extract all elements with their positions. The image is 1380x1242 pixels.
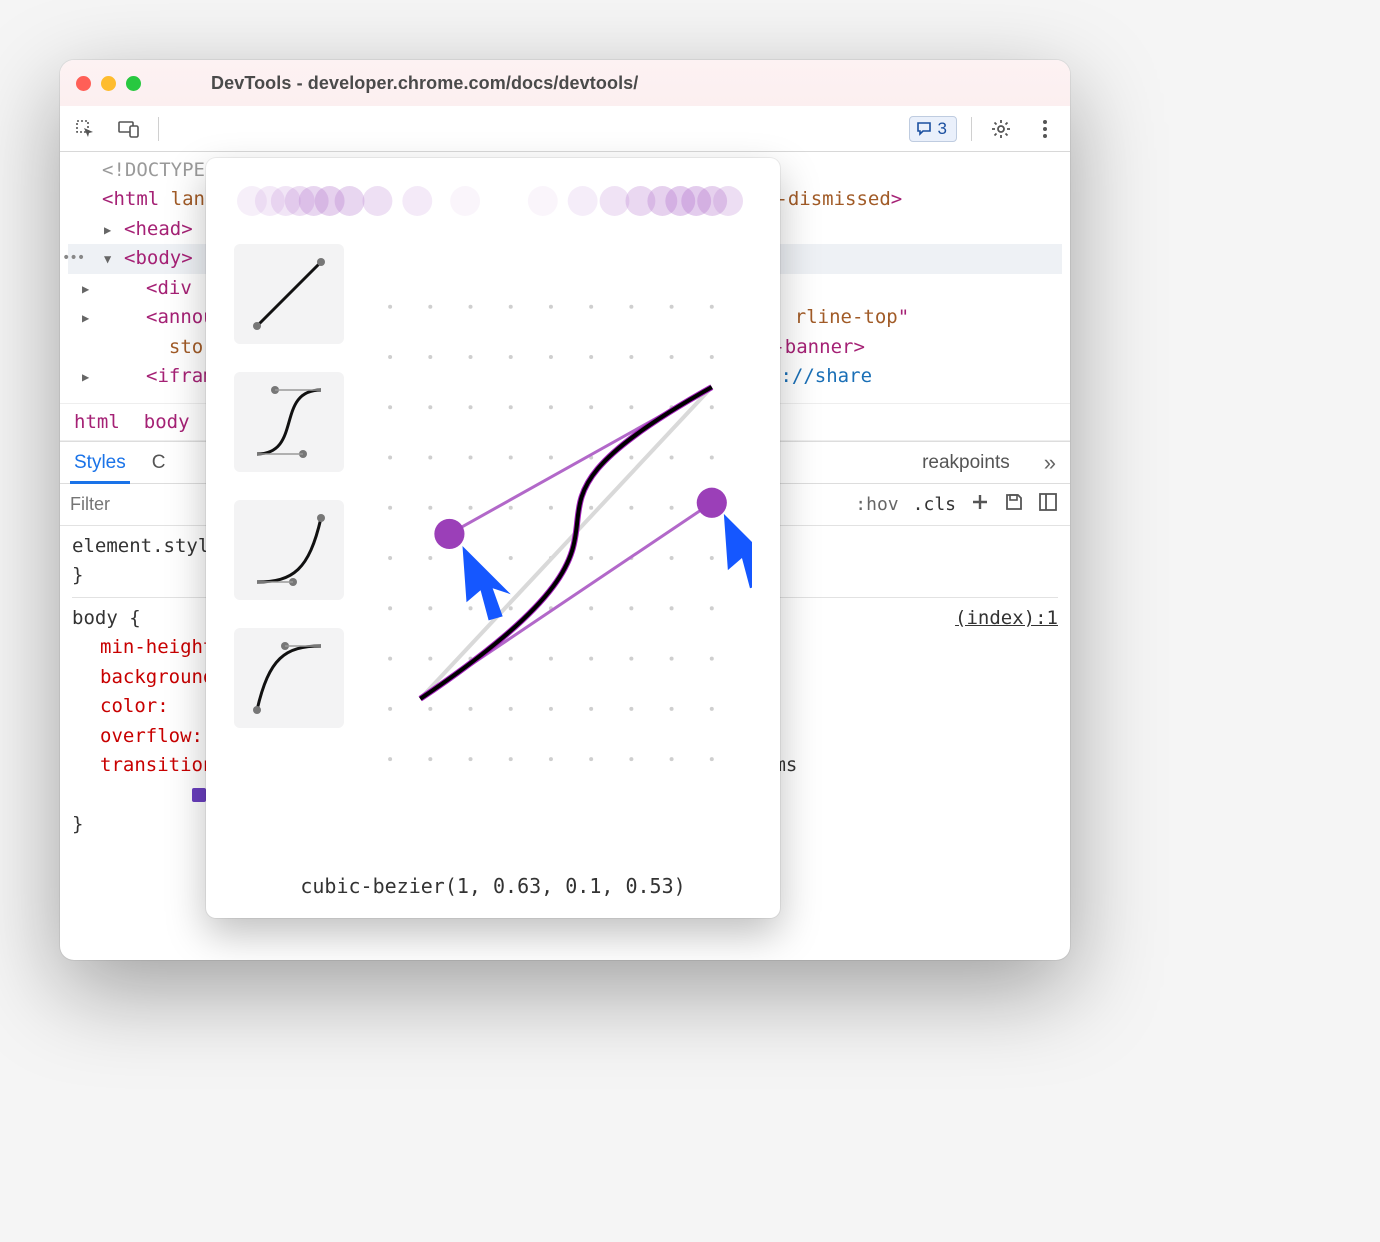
preset-ease-in-out[interactable] [234,372,344,472]
gear-icon[interactable] [986,114,1016,144]
toggle-hov[interactable]: :hov [855,494,898,515]
tabs-more-icon[interactable]: » [1044,450,1056,476]
issues-chip[interactable]: 3 [909,116,957,142]
bezier-curve-editor[interactable] [370,236,752,860]
window-title: DevTools - developer.chrome.com/docs/dev… [211,73,638,94]
easing-preview-track [234,176,752,226]
breadcrumb-item[interactable]: body [144,411,190,433]
window-controls [76,76,141,91]
bezier-editor-popover: cubic-bezier(1, 0.63, 0.1, 0.53) [206,158,780,918]
cursor-arrow-icon [724,514,752,588]
preset-ease-in[interactable] [234,500,344,600]
tab-styles[interactable]: Styles [74,442,126,483]
devtools-toolbar: 3 [60,106,1070,152]
easing-presets [234,236,344,860]
toggle-cls[interactable]: .cls [913,494,956,515]
breadcrumb-item[interactable]: html [74,411,120,433]
separator [971,117,972,141]
tab-breakpoints[interactable]: reakpoints [922,442,1010,483]
issues-count: 3 [938,119,947,139]
inspect-element-icon[interactable] [70,114,100,144]
minimize-window-button[interactable] [101,76,116,91]
zoom-window-button[interactable] [126,76,141,91]
bezier-handle-p2[interactable] [434,519,464,549]
close-window-button[interactable] [76,76,91,91]
new-style-rule-icon[interactable] [970,492,990,517]
separator [158,117,159,141]
tab-computed[interactable]: C [152,442,166,483]
bezier-handle-p1[interactable] [697,488,727,518]
titlebar: DevTools - developer.chrome.com/docs/dev… [60,60,1070,106]
panel-layout-icon[interactable] [1038,492,1058,517]
rule-source-link[interactable]: (index):1 [955,604,1058,633]
message-icon [916,121,932,137]
preset-linear[interactable] [234,244,344,344]
bezier-value-label: cubic-bezier(1, 0.63, 0.1, 0.53) [234,860,752,904]
preset-ease-out[interactable] [234,628,344,728]
save-icon[interactable] [1004,492,1024,517]
device-toolbar-icon[interactable] [114,114,144,144]
kebab-menu-icon[interactable] [1030,114,1060,144]
easing-swatch-icon[interactable] [192,788,206,802]
devtools-window: DevTools - developer.chrome.com/docs/dev… [60,60,1070,960]
